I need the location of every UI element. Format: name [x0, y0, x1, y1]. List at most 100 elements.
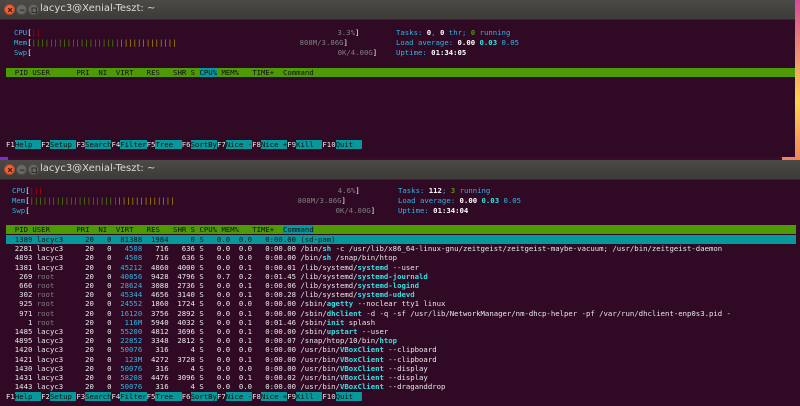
fkey-f2[interactable]: F2Setup [41, 392, 77, 401]
process-row[interactable]: 1443 lacyc3 20 0 50076 316 4 S 0.0 0.0 0… [6, 382, 446, 392]
process-row[interactable]: 4893 lacyc3 20 0 4508 716 636 S 0.0 0.0 … [6, 253, 397, 262]
process-table-header[interactable]: PID USER PRI NI VIRT RES SHR S CPU% MEM%… [6, 68, 795, 77]
process-row[interactable]: 925 root 20 0 24552 1860 1724 S 0.0 0.0 … [6, 299, 445, 308]
process-shr: 2812 [168, 336, 195, 346]
col-cpu[interactable]: CPU% [199, 68, 218, 77]
fkey-f7[interactable]: F7Nice - [217, 392, 253, 401]
fkey-f10[interactable]: F10Quit [322, 392, 362, 401]
process-row[interactable]: 1420 lacyc3 20 0 50076 316 4 S 0.0 0.0 0… [6, 345, 437, 354]
window-title: lacyc3@Xenial-Teszt: ~ [40, 163, 156, 174]
fkey-f1[interactable]: F1Help [6, 140, 42, 149]
process-nice: 0 [93, 317, 112, 327]
process-cpu: 0.0 [203, 235, 231, 244]
fkey-f10[interactable]: F10Quit [322, 140, 362, 149]
process-virt: 50076 [111, 345, 143, 355]
fkey-f8[interactable]: F8Nice + [252, 392, 288, 401]
process-row[interactable]: 666 root 20 0 28624 3088 2736 S 0.0 0.1 … [6, 281, 419, 290]
fkey-f6[interactable]: F6SortBy [182, 140, 217, 149]
process-command: agetty [326, 299, 354, 309]
col-pri[interactable]: PRI [76, 225, 89, 234]
col-pri[interactable]: PRI [76, 68, 89, 77]
close-window-button[interactable] [4, 164, 15, 175]
process-row[interactable]: 1431 lacyc3 20 0 58208 4476 3096 S 0.0 0… [6, 373, 428, 382]
process-row[interactable]: 971 root 20 0 16120 3756 2892 S 0.0 0.1 … [6, 309, 731, 318]
process-priority: 20 [76, 290, 94, 300]
col-user[interactable]: USER [32, 225, 50, 234]
col-cpu[interactable]: CPU% [199, 225, 217, 234]
process-row[interactable]: 1381 lacyc3 20 0 45212 4860 4000 S 0.0 0… [6, 263, 419, 272]
process-time: 0:00.00 [252, 382, 301, 392]
process-command: systemd-udevd [357, 290, 415, 300]
col-command[interactable]: Command [282, 225, 314, 234]
fkey-f4[interactable]: F4Filter [111, 140, 147, 149]
col-shr[interactable]: SHR [173, 225, 186, 234]
terminal-window-1[interactable]: lacyc3@Xenial-Teszt: ~ CPU[|| 3.3%] Mem[|… [0, 0, 795, 157]
process-row[interactable]: 1485 lacyc3 20 0 55200 4812 3696 S 0.0 0… [6, 327, 389, 336]
col-ni[interactable]: NI [98, 225, 107, 234]
col-user[interactable]: USER [32, 68, 50, 77]
col-time[interactable]: TIME+ [252, 225, 274, 234]
process-row[interactable]: 1430 lacyc3 20 0 50076 316 4 S 0.0 0.0 0… [6, 364, 428, 373]
process-shr: 4 [168, 363, 195, 373]
fkey-label: Tree [155, 392, 182, 401]
col-virt[interactable]: VIRT [116, 68, 134, 77]
fkey-f6[interactable]: F6SortBy [182, 392, 217, 401]
col-ni[interactable]: NI [98, 68, 107, 77]
process-mem: 0.1 [230, 290, 253, 300]
process-res: 716 [142, 253, 169, 263]
process-priority: 20 [76, 336, 94, 346]
col-res[interactable]: RES [147, 225, 160, 234]
process-cpu: 0.0 [203, 244, 231, 254]
process-command: systemd-journald [357, 271, 428, 281]
fkey-f1[interactable]: F1Help [6, 392, 42, 401]
process-cpu: 0.0 [203, 327, 231, 336]
fkey-f3[interactable]: F3Search [76, 392, 112, 401]
process-state: S [194, 363, 204, 373]
col-mem[interactable]: MEM% [221, 68, 239, 77]
minimize-window-button[interactable] [16, 164, 27, 175]
fkey-f8[interactable]: F8Nice + [252, 140, 288, 149]
process-table-header[interactable]: PID USER PRI NI VIRT RES SHR S CPU% MEM%… [6, 225, 796, 234]
process-row[interactable]: 4895 lacyc3 20 0 22852 3348 2812 S 0.0 0… [6, 336, 397, 345]
maximize-window-button[interactable] [28, 4, 39, 15]
col-time[interactable]: TIME+ [252, 68, 274, 77]
process-nice: 0 [93, 373, 112, 382]
col-shr[interactable]: SHR [173, 68, 186, 77]
fkey-f7[interactable]: F7Nice - [217, 140, 253, 149]
window-titlebar[interactable]: lacyc3@Xenial-Teszt: ~ [0, 0, 795, 20]
process-row[interactable]: 302 root 20 0 45344 4656 3140 S 0.0 0.1 … [6, 290, 415, 300]
fkey-label: Nice - [225, 392, 253, 401]
fkey-f5[interactable]: F5Tree [147, 140, 182, 149]
fkey-f4[interactable]: F4Filter [111, 392, 147, 401]
process-row[interactable]: 1 root 20 0 116M 5940 4032 S 0.0 0.1 0:0… [6, 318, 375, 327]
fkey-f2[interactable]: F2Setup [41, 140, 77, 149]
process-row[interactable]: 2281 lacyc3 20 0 4508 716 636 S 0.0 0.0 … [6, 244, 722, 253]
process-nice: 0 [93, 253, 112, 263]
close-window-button[interactable] [4, 4, 15, 15]
col-pid[interactable]: PID [15, 225, 28, 234]
col-res[interactable]: RES [147, 68, 160, 77]
col-mem[interactable]: MEM% [221, 225, 239, 234]
minimize-window-button[interactable] [16, 4, 27, 15]
process-time: 0:00.00 [252, 244, 301, 254]
col-pid[interactable]: PID [15, 68, 28, 77]
process-mem: 0.1 [230, 262, 253, 272]
process-command: systemd-logind [357, 281, 420, 290]
fkey-f5[interactable]: F5Tree [147, 392, 182, 401]
fkey-f3[interactable]: F3Search [76, 140, 112, 149]
process-row[interactable]: 269 root 20 0 40856 9428 4796 S 0.7 0.2 … [6, 272, 428, 281]
col-command[interactable]: Command [283, 68, 314, 77]
maximize-icon [31, 7, 37, 13]
maximize-window-button[interactable] [28, 164, 39, 175]
window-titlebar[interactable]: lacyc3@Xenial-Teszt: ~ [0, 160, 800, 180]
process-command: dhclient [326, 308, 362, 318]
terminal-window-2[interactable]: lacyc3@Xenial-Teszt: ~ CPU[||| 4.6%] Mem[… [0, 160, 800, 406]
process-path: /sbin/ [300, 299, 327, 309]
col-virt[interactable]: VIRT [116, 225, 134, 234]
process-virt: 4508 [111, 253, 143, 263]
fkey-f9[interactable]: F9Kill [287, 392, 323, 401]
process-command: init [326, 317, 345, 327]
fkey-f9[interactable]: F9Kill [287, 140, 323, 149]
process-row[interactable]: 1389 lacyc3 20 0 81388 1984 0 S 0.0 0.0 … [6, 235, 796, 244]
process-row[interactable]: 1421 lacyc3 20 0 123M 4272 3728 S 0.0 0.… [6, 355, 437, 364]
